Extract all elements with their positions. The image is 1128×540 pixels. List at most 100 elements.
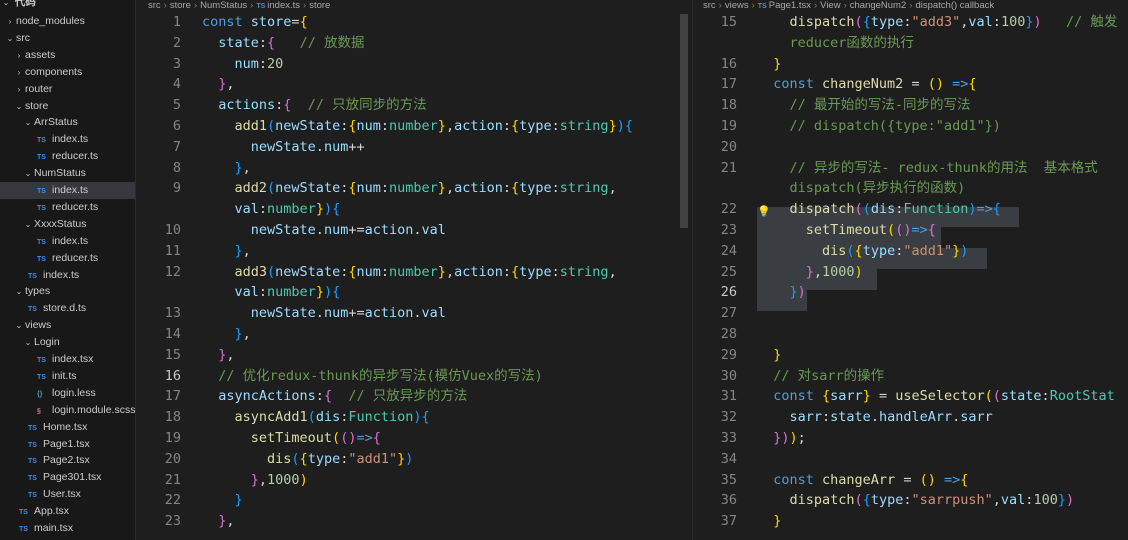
chevron-down-icon: ⌄ xyxy=(24,169,32,179)
code-line[interactable]: state:{ // 放数据 xyxy=(202,33,364,54)
code-line[interactable]: }, xyxy=(202,324,251,345)
code-line[interactable]: add2(newState:{num:number},action:{type:… xyxy=(202,178,617,199)
code-line[interactable]: val:number}){ xyxy=(202,199,341,220)
file-item[interactable]: TS Page1.tsx xyxy=(0,436,135,453)
code-line[interactable]: asyncActions:{ // 只放异步的方法 xyxy=(202,386,467,407)
breadcrumb-item[interactable]: index.ts xyxy=(267,0,300,11)
file-item[interactable]: TS User.tsx xyxy=(0,486,135,503)
code-line[interactable]: })); xyxy=(757,428,806,449)
file-item[interactable]: TS Page2.tsx xyxy=(0,452,135,469)
breadcrumb-item[interactable]: dispatch() callback xyxy=(915,0,994,11)
code-line[interactable]: reducer函数的执行 xyxy=(757,33,914,54)
folder-item[interactable]: ⌄ Login xyxy=(0,334,135,351)
folder-item[interactable]: ⌄ types xyxy=(0,283,135,300)
code-line[interactable]: // 对sarr的操作 xyxy=(757,366,884,387)
file-item[interactable]: TS store.d.ts xyxy=(0,300,135,317)
code-line[interactable]: newState.num+=action.val xyxy=(202,220,446,241)
code-line[interactable]: add1(newState:{num:number},action:{type:… xyxy=(202,116,634,137)
file-item[interactable]: TS reducer.ts xyxy=(0,148,135,165)
code-line[interactable]: val:number}){ xyxy=(202,282,341,303)
explorer-root[interactable]: ⌄ 代码 xyxy=(0,0,135,11)
folder-item[interactable]: ⌄ views xyxy=(0,317,135,334)
code-token: , xyxy=(226,346,235,363)
code-token: number xyxy=(267,284,316,301)
code-line[interactable]: newState.num+=action.val xyxy=(202,303,446,324)
code-line[interactable]: }, xyxy=(202,74,234,95)
file-item[interactable]: TS index.ts xyxy=(0,131,135,148)
breadcrumb-item[interactable]: store xyxy=(309,0,330,11)
file-item[interactable]: TS main.tsx xyxy=(0,520,135,537)
code-line[interactable]: } xyxy=(757,54,781,75)
folder-item[interactable]: ⌄ src xyxy=(0,30,135,47)
code-line[interactable]: },1000) xyxy=(757,262,863,283)
code-line[interactable]: }) xyxy=(757,282,806,303)
code-line[interactable]: }, xyxy=(202,511,234,532)
breadcrumb-item[interactable]: src xyxy=(148,0,161,11)
code-line[interactable]: } xyxy=(757,345,781,366)
file-item[interactable]: {} login.less xyxy=(0,385,135,402)
code-line[interactable]: add3(newState:{num:number},action:{type:… xyxy=(202,262,617,283)
breadcrumb-item[interactable]: views xyxy=(725,0,749,11)
code-line[interactable]: const changeArr = () =>{ xyxy=(757,470,968,491)
code-line[interactable]: dispatch(异步执行的函数) xyxy=(757,178,966,199)
code-line[interactable]: // 最开始的写法-同步的写法 xyxy=(757,95,971,116)
code-line[interactable]: sarr:state.handleArr.sarr xyxy=(757,407,993,428)
code-line[interactable]: dispatch({type:"add3",val:100}) // 触发 xyxy=(757,12,1118,33)
breadcrumb-item[interactable]: src xyxy=(703,0,716,11)
code-line[interactable]: // 优化redux-thunk的异步写法(模仿Vuex的写法) xyxy=(202,366,543,387)
code-line[interactable]: const {sarr} = useSelector((state:RootSt… xyxy=(757,386,1114,407)
code-line[interactable]: } xyxy=(202,490,243,511)
code-line[interactable]: actions:{ // 只放同步的方法 xyxy=(202,95,426,116)
code-line[interactable]: // 异步的写法- redux-thunk的用法 基本格式 xyxy=(757,158,1098,179)
code-token: ) xyxy=(854,263,863,280)
chevron-right-icon: › xyxy=(17,67,21,77)
file-item[interactable]: TS index.ts xyxy=(0,267,135,284)
folder-item[interactable]: ⌄ ArrStatus xyxy=(0,114,135,131)
file-item[interactable]: TS Home.tsx xyxy=(0,419,135,436)
file-item[interactable]: TS App.tsx xyxy=(0,503,135,520)
file-item[interactable]: § login.module.scss xyxy=(0,402,135,419)
file-item[interactable]: TS reducer.ts xyxy=(0,199,135,216)
breadcrumb-item[interactable]: store xyxy=(170,0,191,11)
line-number: 26 xyxy=(720,284,737,301)
breadcrumb-item[interactable]: View xyxy=(820,0,840,11)
folder-item[interactable]: ⌄ NumStatus xyxy=(0,165,135,182)
breadcrumb-item[interactable]: NumStatus xyxy=(200,0,247,11)
file-item[interactable]: TS reducer.ts xyxy=(0,250,135,267)
scrollbar-left[interactable] xyxy=(680,14,688,228)
code-line[interactable]: dispatch((dis:Function)=>{ xyxy=(757,199,1001,220)
file-item[interactable]: TS index.ts xyxy=(0,182,135,199)
file-item[interactable]: TS Page301.tsx xyxy=(0,469,135,486)
folder-item[interactable]: › assets xyxy=(0,47,135,64)
code-line[interactable]: // dispatch({type:"add1"}) xyxy=(757,116,1001,137)
code-line[interactable]: } xyxy=(757,511,781,532)
editor-right[interactable]: 💡 15 16 17 18 19 20 21 22 23 24 25 26 27 28 29 30 31 32 33… xyxy=(693,12,1128,540)
code-line[interactable]: newState.num++ xyxy=(202,137,365,158)
folder-item[interactable]: › router xyxy=(0,81,135,98)
code-line[interactable]: num:20 xyxy=(202,54,284,75)
code-line[interactable]: setTimeout(()=>{ xyxy=(202,428,381,449)
code-line[interactable]: dis({type:"add1"}) xyxy=(757,241,968,262)
folder-item[interactable]: ⌄ store xyxy=(0,98,135,115)
code-line[interactable]: asyncAdd1(dis:Function){ xyxy=(202,407,430,428)
tree-item-label: assets xyxy=(25,48,56,61)
breadcrumb-item[interactable]: changeNum2 xyxy=(850,0,907,11)
code-line[interactable]: dis({type:"add1"}) xyxy=(202,449,413,470)
code-line[interactable]: const changeNum2 = () =>{ xyxy=(757,74,976,95)
folder-item[interactable]: › node_modules xyxy=(0,13,135,30)
code-line[interactable]: }, xyxy=(202,241,251,262)
folder-item[interactable]: › components xyxy=(0,64,135,81)
code-line[interactable]: },1000) xyxy=(202,470,308,491)
code-line[interactable]: setTimeout(()=>{ xyxy=(757,220,936,241)
code-token: { xyxy=(372,430,381,446)
breadcrumb-item[interactable]: Page1.tsx xyxy=(769,0,811,11)
file-item[interactable]: TS index.tsx xyxy=(0,351,135,368)
code-line[interactable]: dispatch({type:"sarrpush",val:100}) xyxy=(757,490,1075,511)
folder-item[interactable]: ⌄ XxxxStatus xyxy=(0,216,135,233)
file-item[interactable]: TS init.ts xyxy=(0,368,135,385)
code-line[interactable]: }, xyxy=(202,345,235,366)
editor-left[interactable]: 1 2 3 4 5 6 7 8 9 10 11 12 13 14 15 16 17 18 19 20 21 22 23 co… xyxy=(137,12,692,540)
code-line[interactable]: const store={ xyxy=(202,12,308,33)
code-line[interactable]: }, xyxy=(202,158,251,179)
file-item[interactable]: TS index.ts xyxy=(0,233,135,250)
